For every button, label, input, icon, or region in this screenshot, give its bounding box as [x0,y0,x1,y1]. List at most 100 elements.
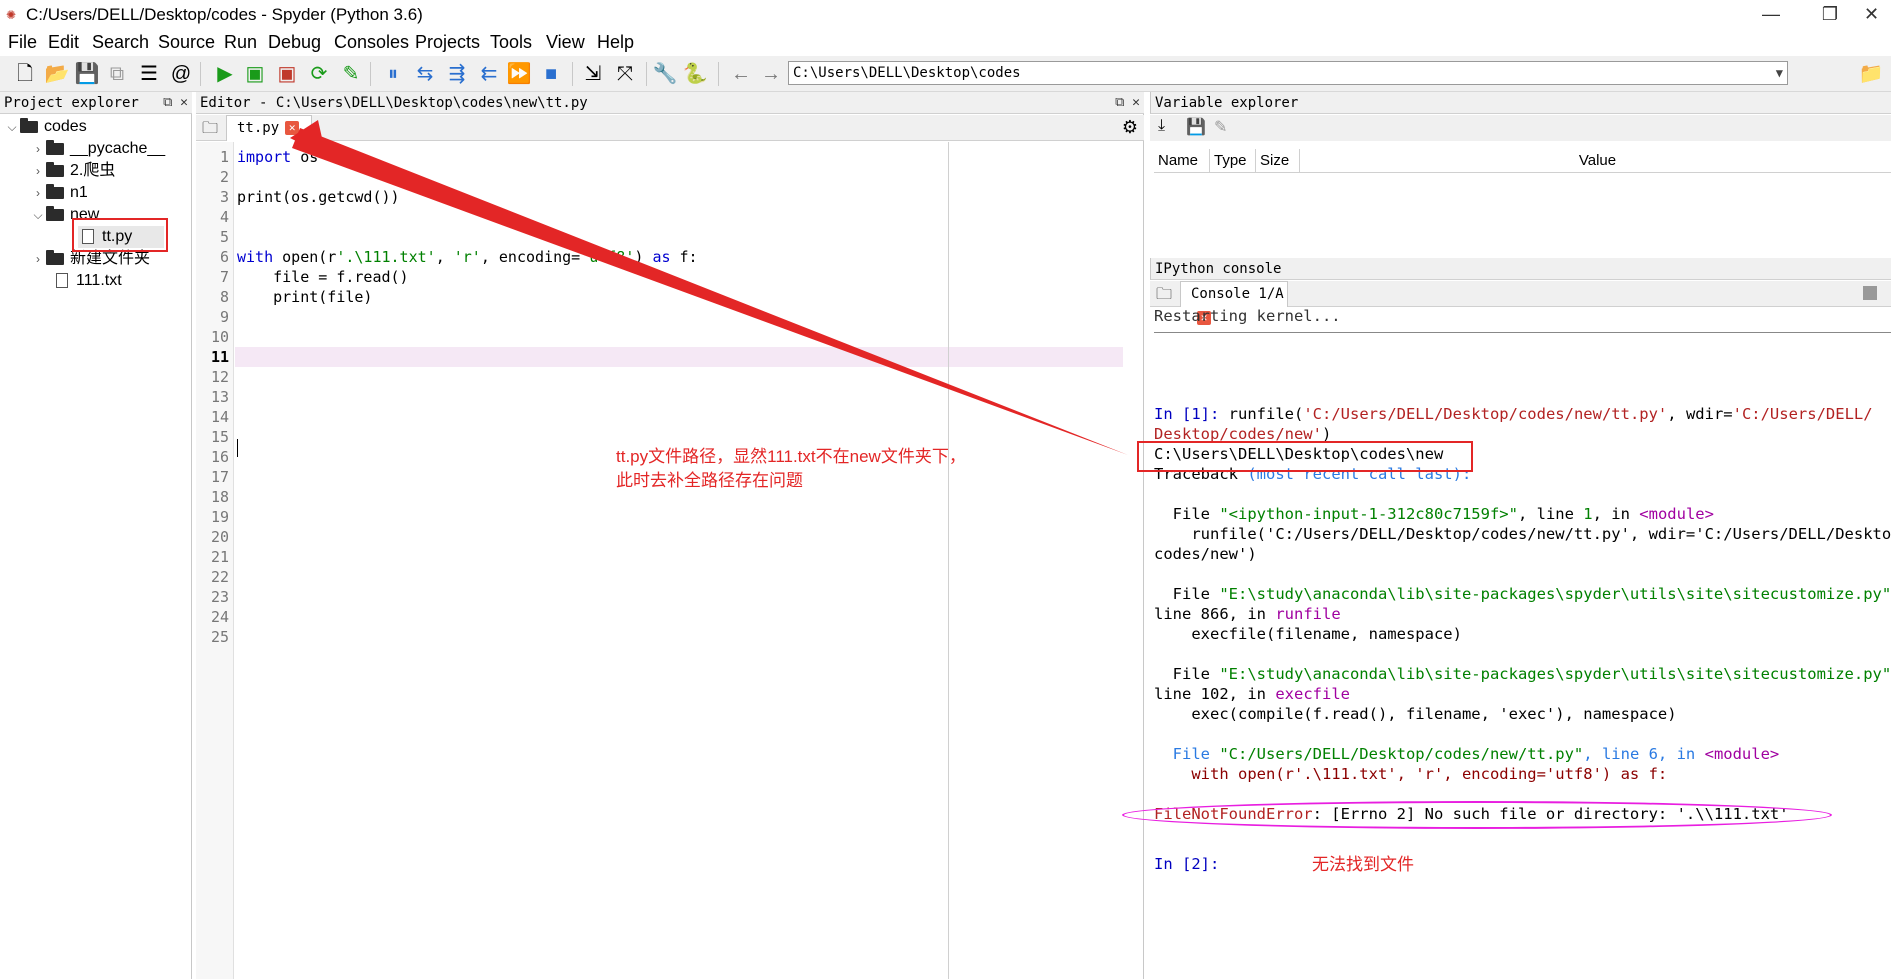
column-header-name[interactable]: Name [1154,149,1210,173]
menu-tools[interactable]: Tools [490,32,532,53]
annotation-line: tt.py文件路径，显然111.txt不在new文件夹下， [616,447,966,466]
tree-item-n1[interactable]: › n1 [30,182,88,204]
tab-tt-py[interactable]: tt.py ✕ [226,115,312,141]
column-header-size[interactable]: Size [1256,149,1300,173]
menu-projects[interactable]: Projects [415,32,480,53]
code-line-7[interactable]: file = f.read() [237,267,408,287]
browse-directory-icon[interactable]: 📁 [1858,61,1884,87]
console-token: , in [1592,505,1640,523]
console-input-2[interactable]: In [2]: [1154,854,1219,874]
undock-close-icon[interactable]: ⧉ ✕ [1115,92,1140,114]
run-config-icon[interactable]: ✎ [338,61,364,87]
close-tab-icon[interactable]: ✕ [285,121,300,135]
step-return-icon[interactable]: ⇇ [476,61,502,87]
column-header-type[interactable]: Type [1210,149,1256,173]
menu-edit[interactable]: Edit [48,32,79,53]
line-number: 8 [219,288,229,306]
interrupt-kernel-icon[interactable] [1863,286,1877,300]
tree-item-pycache[interactable]: › __pycache__ [30,138,165,160]
menu-debug[interactable]: Debug [268,32,321,53]
chevron-down-icon[interactable]: ▼ [1776,62,1783,84]
save-file-icon[interactable]: 💾 [74,61,100,87]
minimize-button[interactable]: — [1741,0,1801,30]
input-prompt: In [2]: [1154,855,1220,873]
traceback-code-3: exec(compile(f.read(), filename, 'exec')… [1154,705,1677,723]
save-all-icon[interactable]: ⧉ [104,61,130,87]
title-bar: ✺ C:/Users/DELL/Desktop/codes - Spyder (… [0,0,1891,30]
maximize-button[interactable]: ❐ [1800,0,1860,30]
step-into-icon[interactable]: ⇶ [444,61,470,87]
project-explorer-header: Project explorer ⧉ ✕ [0,92,192,114]
menu-consoles[interactable]: Consoles [334,32,409,53]
console-token: <module> [1639,505,1714,523]
preferences-wrench-icon[interactable]: 🔧 [652,61,678,87]
line-number: 15 [210,428,229,446]
code-token: print(file) [237,288,373,306]
line-number: 23 [210,588,229,606]
run-cell-icon[interactable]: ▣ [242,61,268,87]
menu-file[interactable]: File [8,32,37,53]
tab-console-1[interactable]: Console 1/A✕ [1180,281,1288,325]
fullscreen-icon[interactable]: ⤧ [612,61,638,87]
stop-icon[interactable]: ■ [538,61,564,87]
tree-item-label: 111.txt [76,272,122,289]
save-data-as-icon[interactable]: ✎ [1214,117,1227,137]
column-header-value[interactable]: Value [1300,149,1891,173]
run-icon[interactable]: ▶ [212,61,238,87]
step-icon[interactable]: ⇆ [412,61,438,87]
annotation-ellipse-error [1122,801,1832,829]
menu-source[interactable]: Source [158,32,215,53]
run-cell-advance-icon[interactable]: ▣ [274,61,300,87]
folder-open-icon [20,117,38,133]
chevron-down-icon[interactable]: ⌵ [4,116,20,138]
rerun-icon[interactable]: ⟳ [306,61,332,87]
annotation-path-note: tt.py文件路径，显然111.txt不在new文件夹下， 此时去补全路径存在问… [616,445,966,493]
close-window-button[interactable]: ✕ [1852,0,1891,30]
import-data-icon[interactable]: ⤓ [1158,117,1165,135]
toolbar-separator [200,62,201,86]
code-line-6[interactable]: with open(r'.\111.txt', 'r', encoding='u… [237,247,698,267]
browse-tabs-icon[interactable]: 🗀 [202,117,218,144]
annotation-box-cwd [1137,441,1473,472]
save-data-icon[interactable]: 💾 [1186,117,1206,137]
menu-help[interactable]: Help [597,32,634,53]
code-line-8[interactable]: print(file) [237,287,372,307]
tree-item-crawler[interactable]: › 2.爬虫 [30,160,115,182]
line-number: 2 [219,168,229,186]
variable-explorer-pane: Variable explorer ⤓ 💾 ✎ Name Type Size V… [1150,92,1891,252]
undock-close-icon[interactable]: ⧉ ✕ [163,92,188,114]
chevron-right-icon[interactable]: › [30,248,46,270]
menu-search[interactable]: Search [92,32,149,53]
chevron-right-icon[interactable]: › [30,138,46,160]
menu-view[interactable]: View [546,32,585,53]
tree-item-label: __pycache__ [70,140,166,157]
continue-icon[interactable]: ⏩ [506,61,532,87]
maximize-pane-icon[interactable]: ⇲ [580,61,606,87]
gear-icon[interactable]: ⚙ [1122,117,1138,138]
ipython-console-header: IPython console [1150,258,1891,280]
console-restart-line: Restarting kernel... [1154,307,1341,325]
tree-item-codes[interactable]: ⌵ codes [4,116,87,138]
line-number: 13 [210,388,229,406]
list-icon[interactable]: ☰ [136,61,162,87]
back-arrow-icon[interactable]: ← [728,61,754,87]
python-path-icon[interactable]: 🐍 [682,61,708,87]
working-directory-combo[interactable]: C:\Users\DELL\Desktop\codes ▼ [788,61,1788,85]
chevron-right-icon[interactable]: › [30,182,46,204]
line-number: 7 [219,268,229,286]
code-line-1[interactable]: import os [237,147,318,167]
tree-item-111-txt[interactable]: 111.txt [56,270,122,292]
console-token: "E:\study\anaconda\lib\site-packages\spy… [1219,585,1891,603]
debug-icon[interactable]: ⏸ [380,61,406,87]
forward-arrow-icon[interactable]: → [758,61,784,87]
chevron-down-icon[interactable]: ⌵ [30,204,46,226]
new-file-icon[interactable]: 🗋 [12,61,38,87]
open-file-icon[interactable]: 📂 [44,61,70,87]
toolbar-separator [370,62,371,86]
chevron-right-icon[interactable]: › [30,160,46,182]
code-line-3[interactable]: print(os.getcwd()) [237,187,400,207]
at-icon[interactable]: @ [168,61,194,87]
annotation-not-found-note: 无法找到文件 [1312,855,1414,874]
current-line-highlight [235,347,1123,367]
menu-run[interactable]: Run [224,32,257,53]
